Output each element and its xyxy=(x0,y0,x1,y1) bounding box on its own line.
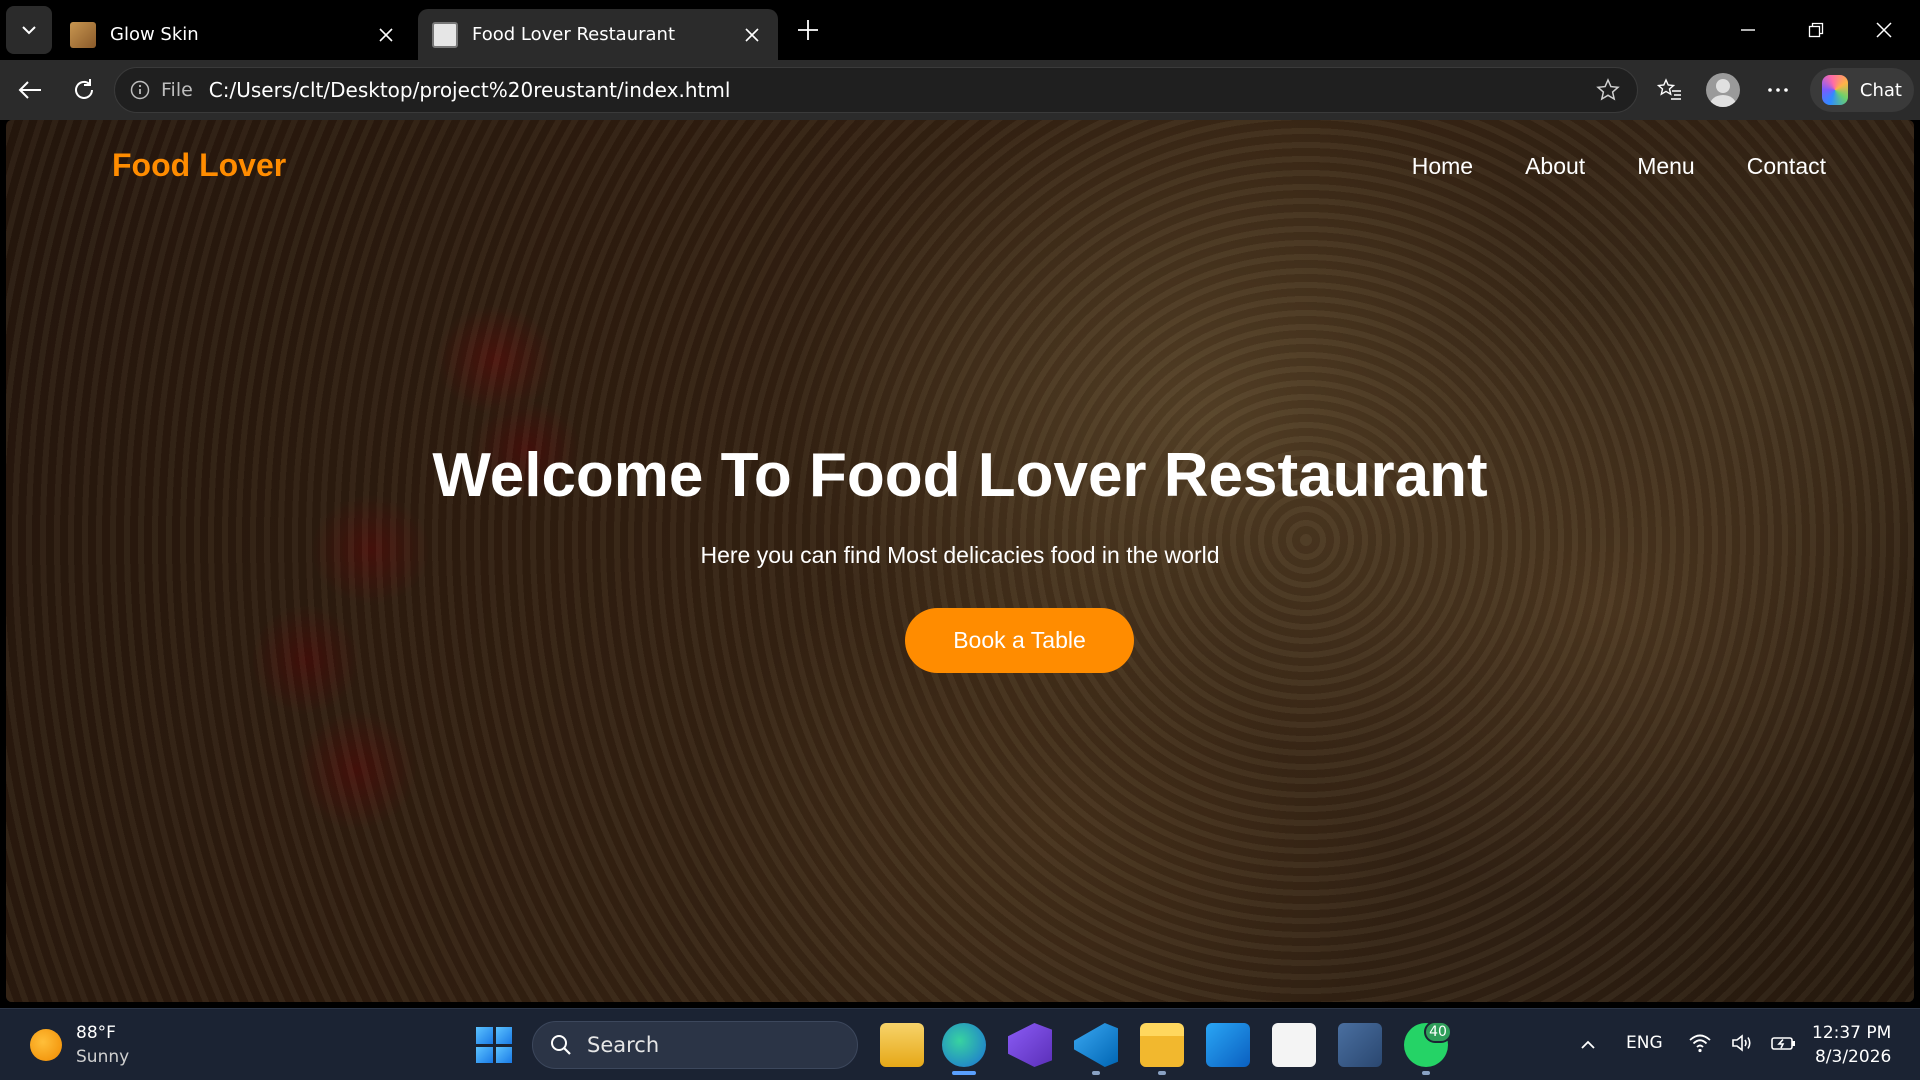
input-language[interactable]: ENG xyxy=(1626,1033,1663,1053)
more-dots-icon xyxy=(1768,88,1788,92)
tab-food-lover[interactable]: Food Lover Restaurant xyxy=(418,9,778,60)
file-scheme-label: File xyxy=(161,79,193,101)
book-table-button[interactable]: Book a Table xyxy=(905,608,1134,673)
whatsapp-notification-badge: 40 xyxy=(1424,1021,1452,1043)
new-tab-button[interactable] xyxy=(790,12,826,48)
weather-temp: 88°F xyxy=(76,1023,116,1043)
show-hidden-icons-chevron-icon[interactable] xyxy=(1576,1033,1600,1057)
tab-glow-skin[interactable]: Glow Skin xyxy=(56,9,412,60)
tab-title: Food Lover Restaurant xyxy=(472,24,676,45)
profile-avatar[interactable] xyxy=(1706,73,1740,107)
back-button[interactable] xyxy=(10,70,50,110)
restore-icon xyxy=(1808,22,1824,38)
refresh-icon xyxy=(75,79,93,99)
back-arrow-icon xyxy=(18,81,41,99)
food-lover-favicon-icon xyxy=(432,21,458,48)
close-window-button[interactable] xyxy=(1856,8,1912,52)
file-manager-app-icon[interactable] xyxy=(880,1023,924,1067)
page-viewport: Food Lover Home About Menu Contact Welco… xyxy=(6,120,1914,1002)
search-icon xyxy=(549,1033,573,1057)
favorite-star-icon[interactable] xyxy=(1593,75,1623,105)
info-icon[interactable] xyxy=(129,79,151,101)
minimize-icon xyxy=(1741,29,1755,31)
favorites-button[interactable] xyxy=(1650,70,1690,110)
browser-toolbar: File C:/Users/clt/Desktop/project%20reus… xyxy=(0,60,1920,120)
address-bar[interactable]: File C:/Users/clt/Desktop/project%20reus… xyxy=(114,67,1638,113)
outlook-app-icon[interactable] xyxy=(1206,1023,1250,1067)
weather-widget[interactable]: 88°F Sunny xyxy=(30,1021,129,1069)
chevron-down-icon xyxy=(22,26,36,35)
speaker-icon xyxy=(1728,1029,1756,1057)
visual-studio-app-icon[interactable] xyxy=(1008,1023,1052,1067)
restore-button[interactable] xyxy=(1788,8,1844,52)
file-explorer-app-icon[interactable] xyxy=(1140,1023,1184,1067)
vscode-app-icon[interactable] xyxy=(1074,1023,1118,1067)
refresh-button[interactable] xyxy=(64,70,104,110)
hero-section: Welcome To Food Lover Restaurant Here yo… xyxy=(6,120,1914,1002)
taskbar-search[interactable]: Search xyxy=(532,1021,858,1069)
battery-charging-icon xyxy=(1770,1029,1798,1057)
hero-title: Welcome To Food Lover Restaurant xyxy=(432,441,1488,510)
search-label: Search xyxy=(587,1033,660,1057)
wifi-icon xyxy=(1686,1029,1714,1057)
hero-subtitle: Here you can find Most delicacies food i… xyxy=(700,542,1220,568)
windows-start-icon[interactable] xyxy=(476,1027,512,1063)
sun-icon xyxy=(30,1029,62,1061)
copilot-icon xyxy=(1822,75,1848,105)
close-tab-icon[interactable] xyxy=(374,23,398,47)
tab-list-button[interactable] xyxy=(6,6,52,54)
clock-time: 12:37 PM xyxy=(1812,1023,1892,1043)
close-icon xyxy=(1876,22,1892,38)
copilot-chat-button[interactable]: Chat xyxy=(1810,68,1914,112)
system-tray[interactable] xyxy=(1686,1029,1798,1057)
taskbar: 88°F Sunny Search 40 ENG 12:37 PM 8/3/20… xyxy=(0,1008,1920,1080)
chat-label: Chat xyxy=(1859,79,1902,101)
clock[interactable]: 12:37 PM 8/3/2026 xyxy=(1812,1021,1891,1069)
microsoft-store-app-icon[interactable] xyxy=(1272,1023,1316,1067)
edge-browser-app-icon[interactable] xyxy=(942,1023,986,1067)
favorites-list-icon xyxy=(1657,78,1681,100)
close-tab-icon[interactable] xyxy=(740,23,764,47)
plus-icon xyxy=(798,20,818,40)
more-options-button[interactable] xyxy=(1758,70,1798,110)
weather-condition: Sunny xyxy=(76,1047,130,1067)
url-text[interactable]: C:/Users/clt/Desktop/project%20reustant/… xyxy=(209,78,1593,102)
snipping-tool-app-icon[interactable] xyxy=(1338,1023,1382,1067)
glow-skin-favicon-icon xyxy=(70,21,96,48)
clock-date: 8/3/2026 xyxy=(1814,1047,1892,1067)
tab-title: Glow Skin xyxy=(110,24,199,45)
minimize-button[interactable] xyxy=(1720,8,1776,52)
tab-strip: Glow Skin Food Lover Restaurant xyxy=(0,0,1920,60)
